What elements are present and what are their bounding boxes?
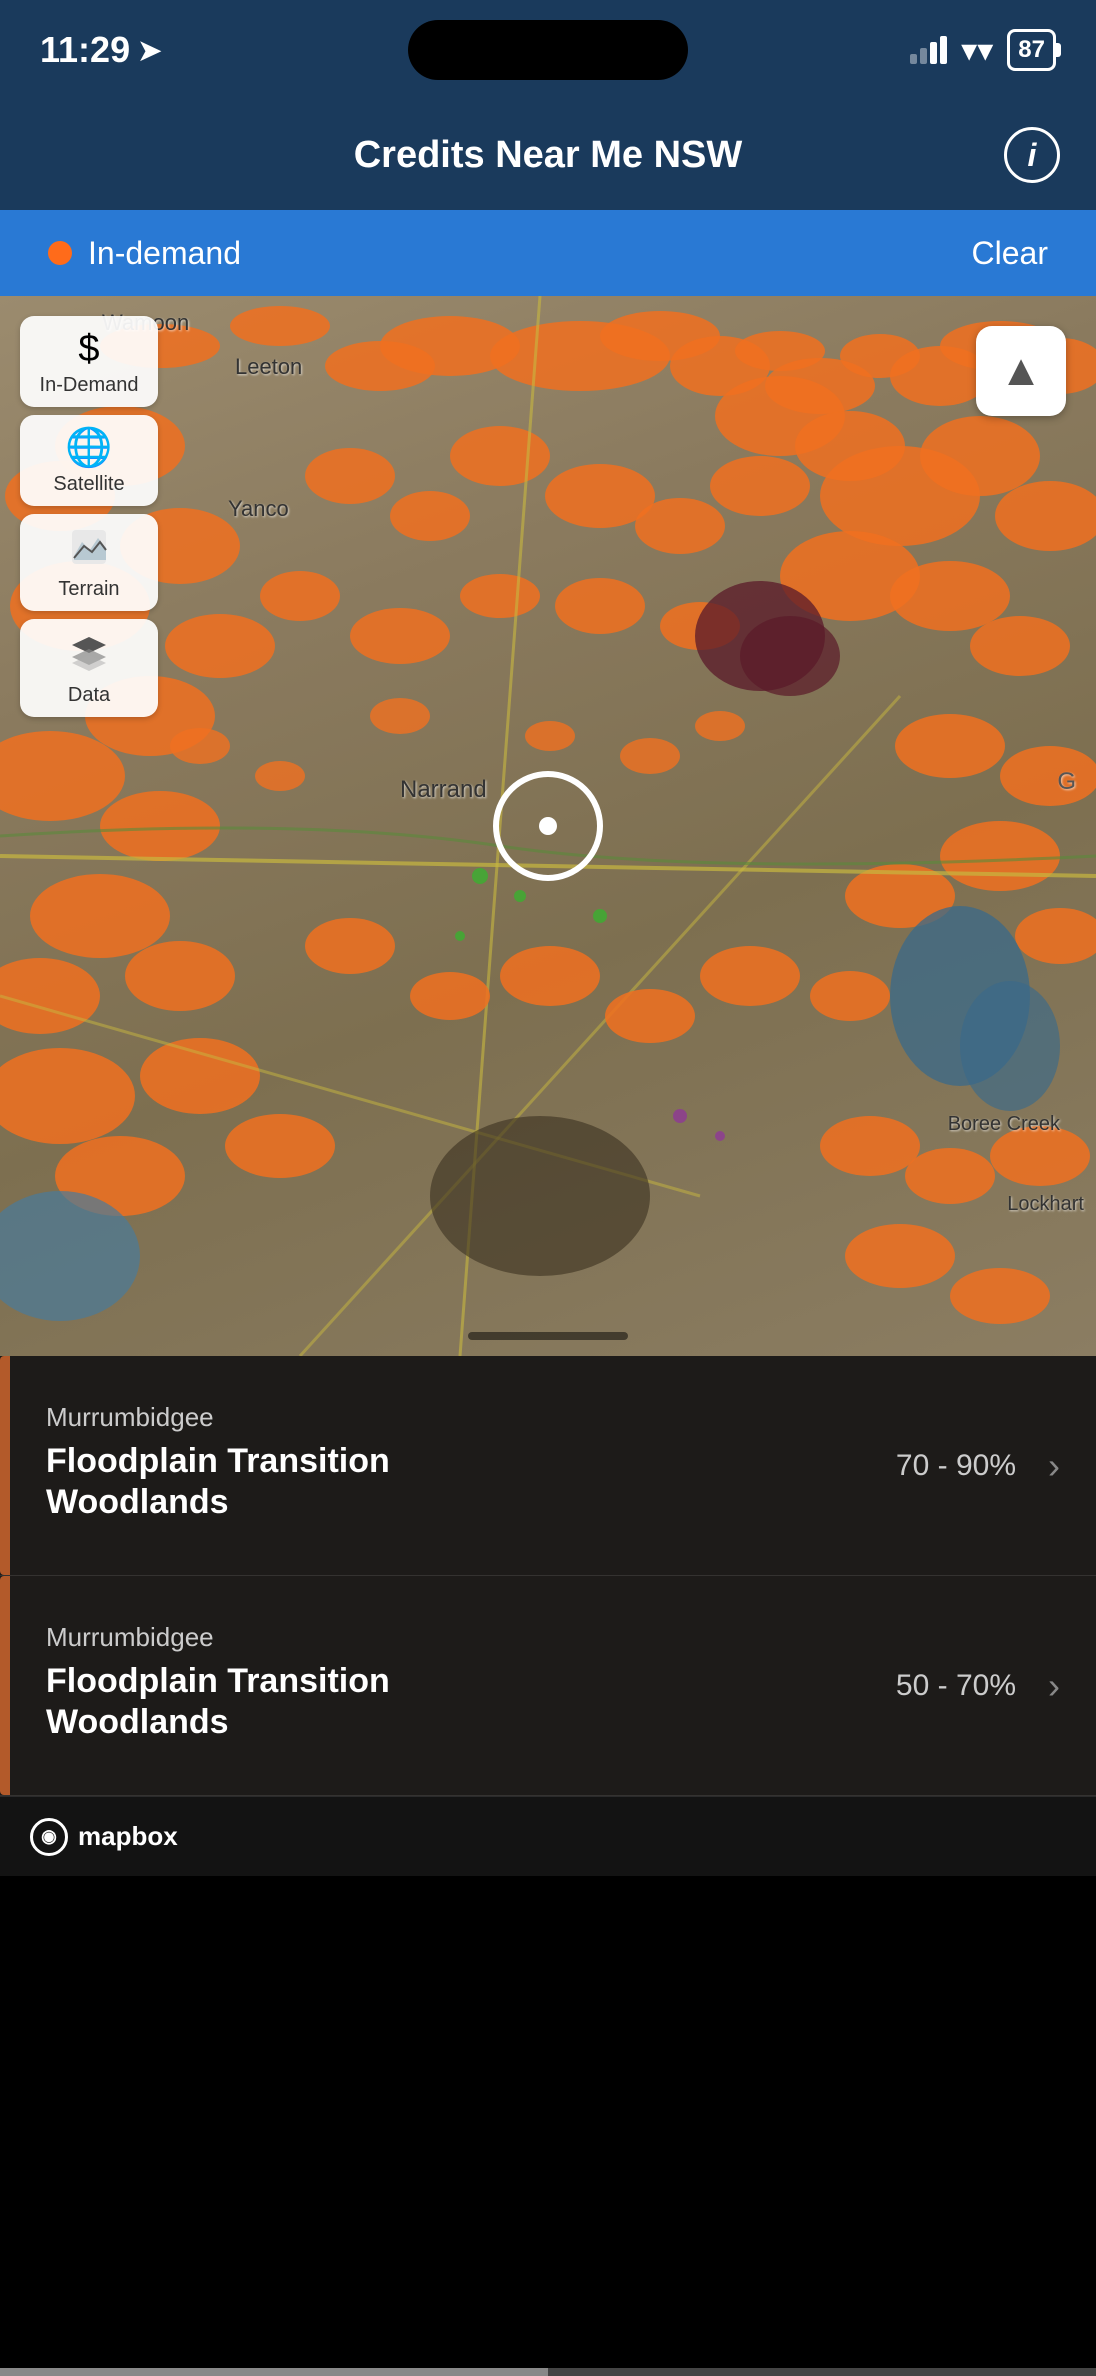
mapbox-logo: ◉ mapbox [30, 1818, 178, 1856]
compass-arrow-icon: ▲ [999, 346, 1043, 396]
terrain-icon [70, 528, 108, 572]
map-label-lockhart: Lockhart [1007, 1193, 1084, 1216]
map-sidebar: $ In-Demand 🌐 Satellite Terrain [20, 316, 158, 717]
result-1-chevron-icon: › [1048, 1445, 1060, 1487]
status-time-container: 11:29 ➤ [40, 29, 162, 71]
mapbox-label: mapbox [78, 1821, 178, 1852]
clear-button[interactable]: Clear [972, 235, 1048, 272]
map-label-narrand: Narrand [400, 776, 487, 804]
wifi-icon: ▾▾ [961, 31, 993, 69]
satellite-map-label: Satellite [53, 473, 124, 496]
battery-indicator: 87 [1007, 29, 1056, 71]
result-1-region: Murrumbidgee [46, 1402, 1038, 1433]
result-card-2-accent [0, 1576, 10, 1795]
map-label-boree: Boree Creek [948, 1113, 1060, 1136]
result-2-name: Floodplain TransitionWoodlands [46, 1661, 1038, 1743]
status-icons: ▾▾ 87 [910, 29, 1056, 71]
satellite-map-button[interactable]: 🌐 Satellite [20, 415, 158, 506]
terrain-map-button[interactable]: Terrain [20, 514, 158, 611]
result-card-1[interactable]: Murrumbidgee Floodplain TransitionWoodla… [0, 1356, 1096, 1576]
info-button[interactable]: i [1004, 127, 1060, 183]
map-label-leeton: Leeton [235, 354, 302, 380]
in-demand-label-text: In-demand [88, 235, 241, 272]
layers-icon [70, 633, 108, 678]
header-title: Credits Near Me NSW [354, 134, 743, 177]
result-1-percent: 70 - 90% [896, 1449, 1016, 1483]
location-arrow-icon: ➤ [138, 34, 161, 67]
notch [408, 20, 688, 80]
status-bar: 11:29 ➤ ▾▾ 87 [0, 0, 1096, 100]
results-section: Murrumbidgee Floodplain TransitionWoodla… [0, 1356, 1096, 1876]
in-demand-filter[interactable]: In-demand [48, 235, 241, 272]
app-header: Credits Near Me NSW i [0, 100, 1096, 210]
home-indicator [468, 1332, 628, 1340]
signal-bars-icon [910, 36, 947, 64]
compass-button[interactable]: ▲ [976, 326, 1066, 416]
result-2-chevron-icon: › [1048, 1665, 1060, 1707]
battery-level: 87 [1018, 36, 1045, 64]
bottom-progress-fill [0, 2368, 548, 2376]
mapbox-footer: ◉ mapbox [0, 1796, 1096, 1876]
result-card-2[interactable]: Murrumbidgee Floodplain TransitionWoodla… [0, 1576, 1096, 1796]
result-1-name: Floodplain TransitionWoodlands [46, 1441, 1038, 1523]
result-2-region: Murrumbidgee [46, 1622, 1038, 1653]
result-card-1-accent [0, 1356, 10, 1575]
dollar-icon: $ [78, 330, 99, 368]
map-label-yanco: Yanco [228, 496, 289, 522]
mapbox-circle-icon: ◉ [30, 1818, 68, 1856]
location-marker [493, 771, 603, 881]
map-container[interactable]: Wamoon Leeton Yanco Narrand G Boree Cree… [0, 296, 1096, 1356]
globe-icon: 🌐 [65, 429, 112, 467]
map-label-g: G [1057, 768, 1076, 796]
in-demand-map-label: In-Demand [40, 374, 139, 397]
bottom-progress-bar [0, 2368, 1096, 2376]
terrain-map-label: Terrain [58, 578, 119, 601]
in-demand-map-button[interactable]: $ In-Demand [20, 316, 158, 407]
result-card-2-content: Murrumbidgee Floodplain TransitionWoodla… [30, 1622, 1038, 1749]
location-marker-dot [539, 817, 557, 835]
filter-bar: In-demand Clear [0, 210, 1096, 296]
in-demand-dot-icon [48, 241, 72, 265]
result-2-percent: 50 - 70% [896, 1669, 1016, 1703]
data-map-button[interactable]: Data [20, 619, 158, 717]
data-map-label: Data [68, 684, 110, 707]
status-time: 11:29 [40, 29, 130, 71]
result-card-1-content: Murrumbidgee Floodplain TransitionWoodla… [30, 1402, 1038, 1529]
